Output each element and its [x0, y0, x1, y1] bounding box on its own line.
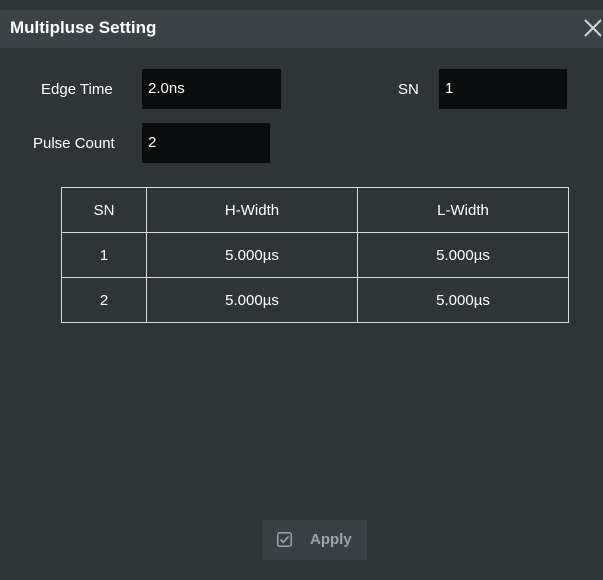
dialog-title: Multipluse Setting [10, 18, 157, 37]
apply-label: Apply [310, 531, 352, 548]
cell-sn[interactable]: 2 [61, 277, 147, 323]
sn-input[interactable]: 1 [439, 69, 567, 109]
checkbox-icon [277, 532, 292, 547]
cell-l-width[interactable]: 5.000µs [357, 232, 569, 278]
table-row[interactable]: 2 5.000µs 5.000µs [61, 277, 569, 323]
column-header-h-width: H-Width [146, 187, 358, 233]
cell-sn[interactable]: 1 [61, 232, 147, 278]
pulse-count-label: Pulse Count [33, 135, 115, 152]
pulse-count-input[interactable]: 2 [142, 123, 270, 163]
cell-h-width[interactable]: 5.000µs [146, 277, 358, 323]
edge-time-input[interactable]: 2.0ns [142, 69, 281, 109]
title-bar: Multipluse Setting [0, 10, 603, 48]
table-row[interactable]: 1 5.000µs 5.000µs [61, 232, 569, 278]
apply-button[interactable]: Apply [262, 520, 367, 560]
column-header-sn: SN [61, 187, 147, 233]
cell-h-width[interactable]: 5.000µs [146, 232, 358, 278]
edge-time-label: Edge Time [41, 81, 113, 98]
pulse-table: SN H-Width L-Width 1 5.000µs 5.000µs 2 5… [61, 187, 569, 323]
close-icon[interactable] [581, 15, 603, 41]
sn-label: SN [398, 81, 419, 98]
cell-l-width[interactable]: 5.000µs [357, 277, 569, 323]
table-header-row: SN H-Width L-Width [61, 187, 569, 233]
multipulse-setting-dialog: Multipluse Setting Edge Time 2.0ns SN 1 … [0, 0, 603, 580]
column-header-l-width: L-Width [357, 187, 569, 233]
